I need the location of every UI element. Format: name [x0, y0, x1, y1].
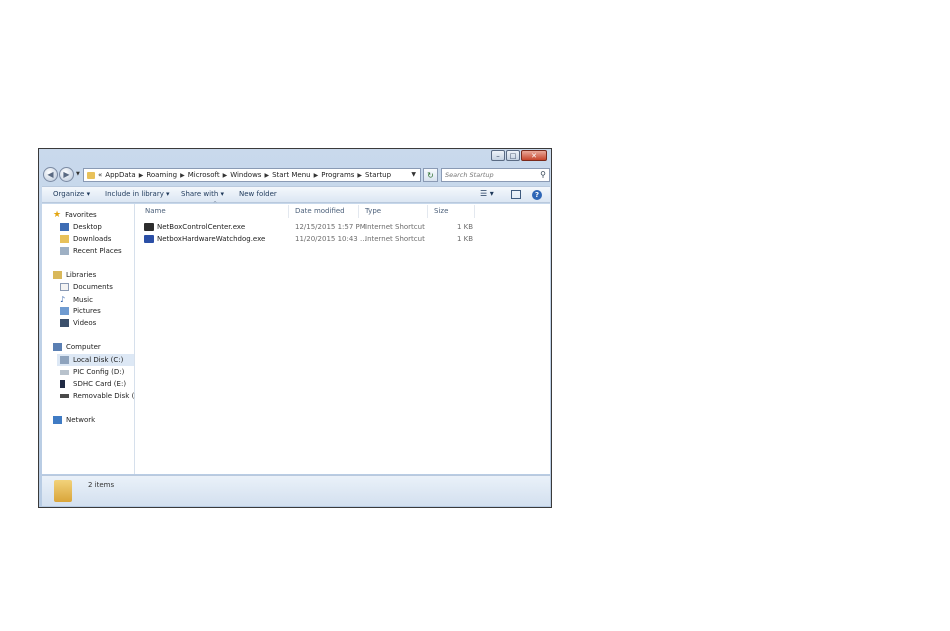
help-icon[interactable]: ? [532, 190, 542, 200]
breadcrumb-startup[interactable]: Startup [365, 171, 391, 179]
breadcrumb-start-menu[interactable]: Start Menu [272, 171, 311, 179]
sidebar-computer[interactable]: Computer [53, 343, 101, 351]
pictures-icon [60, 307, 69, 315]
sidebar-item-music[interactable]: ♪ Music [60, 295, 93, 304]
address-dropdown-icon[interactable]: ▼ [411, 171, 416, 178]
close-button[interactable]: ✕ [521, 150, 547, 161]
navigation-bar: ◀ ▶ ▼ « AppData ▶ Roaming ▶ Microsoft ▶ … [41, 166, 550, 185]
shortcut-file-icon [144, 235, 154, 243]
shortcut-file-icon [144, 223, 154, 231]
file-name: NetBoxControlCenter.exe [157, 223, 246, 231]
column-divider[interactable] [288, 205, 289, 218]
title-bar[interactable]: – □ ✕ [39, 149, 551, 167]
recent-pages-chevron-icon[interactable]: ▼ [76, 171, 80, 177]
file-list: ^ Name Date modified Type Size NetBoxCon… [135, 201, 550, 474]
chevron-right-icon[interactable]: ▶ [139, 172, 144, 179]
chevron-right-icon[interactable]: ▶ [357, 172, 362, 179]
breadcrumb-windows[interactable]: Windows [230, 171, 261, 179]
preview-pane-icon[interactable] [511, 190, 521, 199]
sidebar-favorites[interactable]: ★ Favorites [53, 210, 97, 220]
maximize-button[interactable]: □ [506, 150, 520, 161]
chevron-right-icon[interactable]: ▶ [180, 172, 185, 179]
back-arrow-icon[interactable]: ◀ [43, 167, 58, 182]
sidebar-item-desktop[interactable]: Desktop [60, 223, 102, 231]
music-icon: ♪ [60, 295, 66, 304]
minimize-button[interactable]: – [491, 150, 505, 161]
column-header-name[interactable]: Name [145, 207, 166, 215]
sidebar-item-pic-config-d[interactable]: PIC Config (D:) [60, 368, 124, 376]
sidebar-item-downloads[interactable]: Downloads [60, 235, 111, 243]
address-bar[interactable]: « AppData ▶ Roaming ▶ Microsoft ▶ Window… [83, 168, 421, 182]
organize-button[interactable]: Organize ▾ [53, 190, 90, 198]
table-row[interactable]: NetBoxControlCenter.exe 12/15/2015 1:57 … [144, 223, 544, 234]
folder-icon [87, 171, 95, 179]
column-divider[interactable] [427, 205, 428, 218]
sidebar-item-sdhc-card-e[interactable]: SDHC Card (E:) [60, 380, 126, 388]
search-input[interactable] [442, 169, 535, 181]
explorer-window: – □ ✕ ◀ ▶ ▼ « AppData ▶ Roaming ▶ Micros… [38, 148, 552, 508]
computer-icon [53, 343, 62, 351]
sidebar-item-recent-places[interactable]: Recent Places [60, 247, 122, 255]
file-size: 1 KB [457, 223, 474, 231]
downloads-icon [60, 235, 69, 243]
documents-icon [60, 283, 69, 291]
command-toolbar: Organize ▾ Include in library ▾ Share wi… [42, 186, 550, 203]
column-divider[interactable] [474, 205, 475, 218]
breadcrumb-microsoft[interactable]: Microsoft [188, 171, 220, 179]
drive-icon [60, 369, 69, 375]
breadcrumb-overflow[interactable]: « [98, 171, 102, 179]
item-count: 2 items [88, 481, 115, 489]
desktop-icon [60, 223, 69, 231]
breadcrumb-programs[interactable]: Programs [321, 171, 354, 179]
search-icon[interactable]: ⚲ [540, 170, 546, 179]
include-in-library-button[interactable]: Include in library ▾ [105, 190, 170, 198]
sidebar-item-local-disk-c[interactable]: Local Disk (C:) [57, 354, 134, 366]
sidebar-item-removable-disk-f[interactable]: Removable Disk (F:) [60, 392, 143, 400]
local-disk-icon [60, 356, 69, 364]
breadcrumb-appdata[interactable]: AppData [105, 171, 135, 179]
table-row[interactable]: NetboxHardwareWatchdog.exe 11/20/2015 10… [144, 235, 544, 246]
breadcrumb-roaming[interactable]: Roaming [146, 171, 177, 179]
chevron-right-icon[interactable]: ▶ [223, 172, 228, 179]
view-options-icon[interactable]: ☰ ▾ [480, 189, 494, 198]
navigation-pane: ★ Favorites Desktop Downloads Recent Pla… [42, 204, 143, 474]
column-header-date-modified[interactable]: Date modified [295, 207, 345, 215]
libraries-icon [53, 271, 62, 279]
file-name: NetboxHardwareWatchdog.exe [157, 235, 266, 243]
forward-arrow-icon[interactable]: ▶ [59, 167, 74, 182]
sidebar-item-videos[interactable]: Videos [60, 319, 96, 327]
chevron-right-icon[interactable]: ▶ [314, 172, 319, 179]
file-type: Internet Shortcut [365, 223, 425, 231]
sidebar-network[interactable]: Network [53, 416, 95, 424]
search-box[interactable]: ⚲ [441, 168, 550, 182]
sidebar-item-pictures[interactable]: Pictures [60, 307, 101, 315]
sidebar-item-documents[interactable]: Documents [60, 283, 113, 291]
sort-ascending-icon: ^ [213, 201, 218, 207]
column-header-size[interactable]: Size [434, 207, 448, 215]
file-size: 1 KB [457, 235, 474, 243]
file-date: 11/20/2015 10:43 ... [295, 235, 367, 243]
new-folder-button[interactable]: New folder [239, 190, 277, 198]
column-divider[interactable] [358, 205, 359, 218]
sd-card-icon [60, 380, 65, 388]
chevron-right-icon[interactable]: ▶ [264, 172, 269, 179]
network-icon [53, 416, 62, 424]
file-date: 12/15/2015 1:57 PM [295, 223, 366, 231]
file-type: Internet Shortcut [365, 235, 425, 243]
column-header-type[interactable]: Type [365, 207, 381, 215]
sidebar-libraries[interactable]: Libraries [53, 271, 96, 279]
share-with-button[interactable]: Share with ▾ [181, 190, 224, 198]
details-pane: 2 items [42, 475, 550, 506]
removable-disk-icon [60, 394, 69, 398]
star-icon: ★ [53, 210, 62, 220]
recent-places-icon [60, 247, 69, 255]
folder-icon [54, 480, 72, 502]
refresh-icon[interactable]: ↻ [423, 168, 438, 182]
videos-icon [60, 319, 69, 327]
